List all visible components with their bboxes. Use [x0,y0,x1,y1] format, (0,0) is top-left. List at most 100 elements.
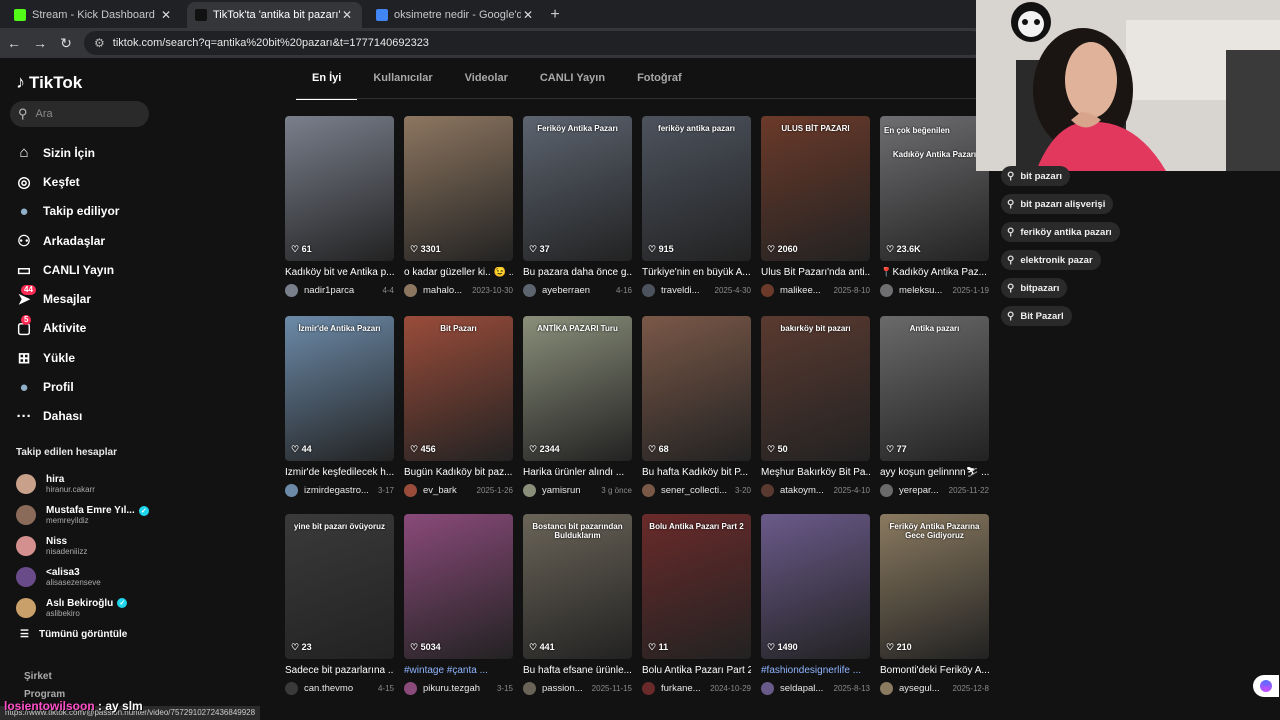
back-icon[interactable]: ← [2,35,26,51]
sidebar-item-live[interactable]: ▭ CANLI Yayın [14,255,119,284]
related-search-chip[interactable]: ⚲ bitpazarı [1001,278,1068,298]
video-thumbnail[interactable]: Bit Pazarı ♡ 456 [404,316,513,461]
video-card[interactable]: ♡ 5034 #wintage #çanta ... pikuru.tezgah 3-… [404,514,513,695]
video-card[interactable]: Feriköy Antika Pazarı ♡ 37 Bu pazara daha … [523,116,632,297]
video-card[interactable]: Bit Pazarı ♡ 456 Bugün Kadıköy bit paz... e… [404,316,513,497]
video-thumbnail[interactable]: ♡ 61 [285,116,394,261]
video-card[interactable]: ♡ 3301 o kadar güzeller ki.. 😉 ... mahalo.… [404,116,513,297]
related-search-chip[interactable]: ⚲ elektronik pazar [1001,250,1101,270]
address-bar[interactable]: ⚙ tiktok.com/search?q=antika%20bit%20paz… [84,31,984,55]
video-description[interactable]: o kadar güzeller ki.. 😉 ... [404,267,513,278]
following-account[interactable]: Mustafa Emre Yıl... ✓ memreyildiz [16,500,149,531]
video-description[interactable]: Bu pazara daha önce g... [523,267,632,278]
site-info-icon[interactable]: ⚙ [94,36,105,50]
author-name[interactable]: atakoym... [780,485,830,496]
video-description[interactable]: Bu hafta Kadıköy bit P... [642,467,751,478]
video-thumbnail[interactable]: Feriköy Antika Pazarına Gece Gidiyoruz ♡ … [880,514,989,659]
video-description[interactable]: Bomonti'deki Feriköy A... [880,665,989,676]
following-account[interactable]: hira hiranur.cakarr [16,469,149,500]
video-card[interactable]: feriköy antika pazarı ♡ 915 Türkiye'nin en… [642,116,751,297]
video-card[interactable]: ♡ 61 Kadıköy bit ve Antika p... nadir1parc… [285,116,394,297]
tab-1[interactable]: Kullanıcılar [357,72,448,98]
video-thumbnail[interactable]: İzmir'de Antika Pazarı ♡ 44 [285,316,394,461]
author-name[interactable]: yerepar... [899,485,945,496]
video-card[interactable]: İzmir'de Antika Pazarı ♡ 44 İzmir'de keşfe… [285,316,394,497]
sidebar-item-more[interactable]: ··· Dahası [14,402,119,431]
author-name[interactable]: seldapal... [780,683,830,694]
author-name[interactable]: aysegul... [899,683,949,694]
sidebar-item-profile-avatar[interactable]: ● Profil [14,372,119,401]
reload-icon[interactable]: ↻ [54,35,78,52]
sidebar-item-following-avatar[interactable]: ● Takip ediliyor [14,197,119,226]
video-description[interactable]: Kadıköy bit ve Antika p... [285,267,394,278]
video-description[interactable]: #wintage #çanta ... [404,665,513,676]
video-description[interactable]: Ulus Bit Pazarı'nda anti... [761,267,870,278]
following-account[interactable]: <alisa3 alisasezenseve [16,561,149,592]
video-description[interactable]: Meşhur Bakırköy Bit Pa... [761,467,870,478]
browser-tab[interactable]: oksimetre nedir - Google'da Ar…✕ [368,2,543,28]
footer-company-link[interactable]: Şirket [24,671,52,682]
video-thumbnail[interactable]: ULUS BİT PAZARI ♡ 2060 [761,116,870,261]
video-card[interactable]: Bostancı bit pazarından Bulduklarım ♡ 441… [523,514,632,695]
author-name[interactable]: mahalo... [423,285,468,296]
author-name[interactable]: malikee... [780,285,830,296]
video-card[interactable]: ULUS BİT PAZARI ♡ 2060 Ulus Bit Pazarı'nda… [761,116,870,297]
author-name[interactable]: can.thevmo [304,683,374,694]
video-description[interactable]: #fashiondesignerlife ... [761,665,870,676]
video-card[interactable]: Feriköy Antika Pazarına Gece Gidiyoruz ♡ … [880,514,989,695]
sidebar-item-compass[interactable]: ◎ Keşfet [14,167,119,196]
video-description[interactable]: Bolu Antika Pazarı Part 2 [642,665,751,676]
following-account[interactable]: Aslı Bekiroğlu ✓ aslibekiro [16,592,149,623]
video-thumbnail[interactable]: bakırköy bit pazarı ♡ 50 [761,316,870,461]
video-thumbnail[interactable]: ANTİKA PAZARI Turu ♡ 2344 [523,316,632,461]
video-card[interactable]: ♡ 68 Bu hafta Kadıköy bit P... sener_colle… [642,316,751,497]
video-description[interactable]: Bu hafta efsane ürünle... [523,665,632,676]
tab-0[interactable]: En İyi [296,72,358,100]
tab-3[interactable]: CANLI Yayın [524,72,621,98]
author-name[interactable]: ayeberraen [542,285,612,296]
video-thumbnail[interactable]: ♡ 1490 [761,514,870,659]
video-card[interactable]: ANTİKA PAZARI Turu ♡ 2344 Harika ürünler a… [523,316,632,497]
following-account[interactable]: Niss nisadeniiizz [16,531,149,562]
video-thumbnail[interactable]: ♡ 3301 [404,116,513,261]
tab-2[interactable]: Videolar [449,72,524,98]
close-tab-icon[interactable]: ✕ [340,8,354,22]
video-card[interactable]: ♡ 1490 #fashiondesignerlife ... seldapal..… [761,514,870,695]
video-thumbnail[interactable]: ♡ 68 [642,316,751,461]
video-card[interactable]: yine bit pazarı övüyoruz ♡ 23 Sadece bit p… [285,514,394,695]
search-input[interactable]: ⚲ Ara [10,101,149,127]
extension-button[interactable] [1253,675,1279,697]
author-name[interactable]: sener_collecti... [661,485,731,496]
sidebar-item-home[interactable]: ⌂ Sizin İçin [14,138,119,167]
video-thumbnail[interactable]: feriköy antika pazarı ♡ 915 [642,116,751,261]
browser-tab[interactable]: Stream - Kick Dashboard ✕ [6,2,181,28]
video-description[interactable]: İzmir'de keşfedilecek h... [285,467,394,478]
tiktok-logo[interactable]: ♪ TikTok [16,72,82,93]
video-card[interactable]: Antika pazarı ♡ 77 ayy koşun gelinnnn⛷ ...… [880,316,989,497]
author-name[interactable]: ev_bark [423,485,473,496]
video-description[interactable]: Türkiye'nin en büyük A... [642,267,751,278]
related-search-chip[interactable]: ⚲ feriköy antika pazarı [1001,222,1120,242]
new-tab-icon[interactable]: + [543,2,567,28]
author-name[interactable]: pikuru.tezgah [423,683,493,694]
video-thumbnail[interactable]: Bolu Antika Pazarı Part 2 ♡ 11 [642,514,751,659]
related-search-chip[interactable]: ⚲ bit pazarı [1001,166,1071,186]
see-all-button[interactable]: ☰ Tümünü görüntüle [20,629,127,640]
video-description[interactable]: 📍Kadıköy Antika Paz... [880,267,989,278]
video-description[interactable]: Harika ürünler alındı ... [523,467,632,478]
video-card[interactable]: En çok beğenilen Kadıköy Antika Pazarı ♡ 2… [880,116,989,297]
video-thumbnail[interactable]: yine bit pazarı övüyoruz ♡ 23 [285,514,394,659]
tab-4[interactable]: Fotoğraf [621,72,698,98]
sidebar-item-messages[interactable]: ➤ 44 Mesajlar [14,284,119,313]
author-name[interactable]: furkane... [661,683,706,694]
video-thumbnail[interactable]: Antika pazarı ♡ 77 [880,316,989,461]
related-search-chip[interactable]: ⚲ Bit Pazarl [1001,306,1072,326]
video-card[interactable]: bakırköy bit pazarı ♡ 50 Meşhur Bakırköy B… [761,316,870,497]
author-name[interactable]: passion... [542,683,588,694]
video-thumbnail[interactable]: En çok beğenilen Kadıköy Antika Pazarı ♡ 2… [880,116,989,261]
related-search-chip[interactable]: ⚲ bit pazarı alişverişi [1001,194,1114,214]
forward-icon[interactable]: → [28,35,52,51]
video-thumbnail[interactable]: Feriköy Antika Pazarı ♡ 37 [523,116,632,261]
video-description[interactable]: ayy koşun gelinnnn⛷ ... [880,467,989,478]
close-tab-icon[interactable]: ✕ [521,8,535,22]
